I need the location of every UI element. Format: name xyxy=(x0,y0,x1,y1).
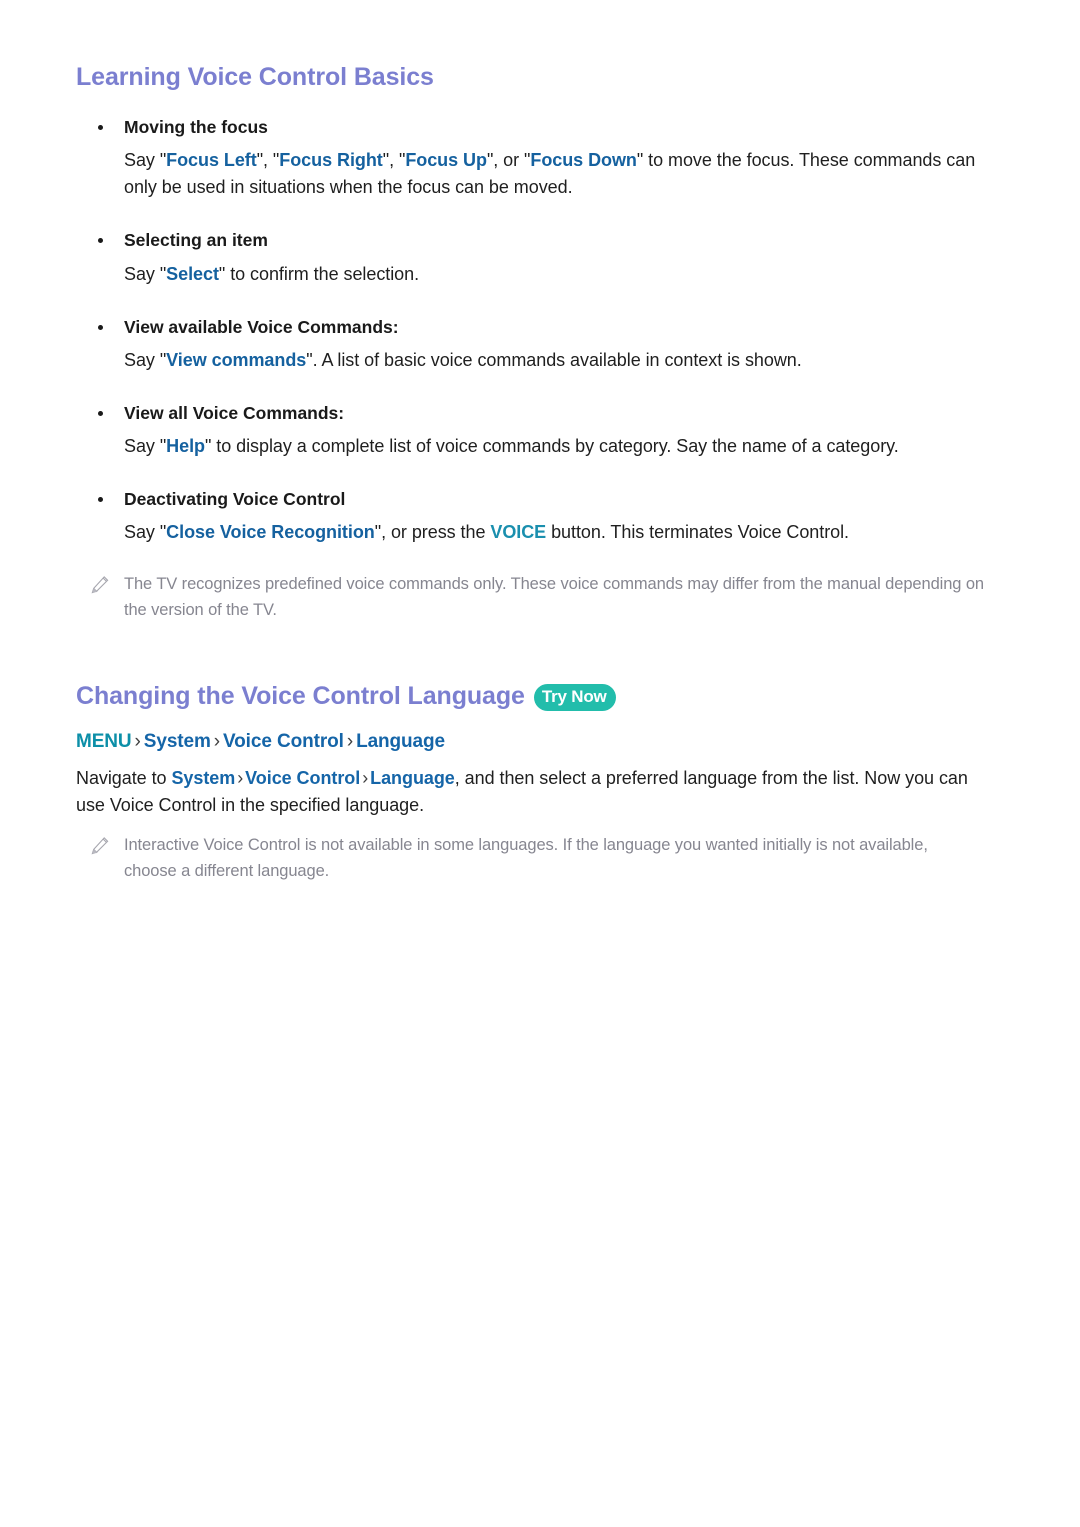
bullet-heading: View all Voice Commands: xyxy=(76,400,984,426)
bullet-dot-icon xyxy=(98,238,103,244)
bullet-block-view-available-commands: View available Voice Commands: Say "View… xyxy=(76,314,984,374)
bullet-dot-icon xyxy=(98,410,103,416)
voice-command-focus-left: Focus Left xyxy=(166,150,257,171)
breadcrumb-item-language[interactable]: Language xyxy=(356,731,445,752)
voice-command-focus-right: Focus Right xyxy=(279,150,383,171)
voice-command-focus-down: Focus Down xyxy=(530,150,637,171)
breadcrumb-separator-icon: › xyxy=(134,731,141,753)
voice-command-focus-up: Focus Up xyxy=(405,150,487,171)
note-text: Interactive Voice Control is not availab… xyxy=(124,836,928,880)
pencil-icon xyxy=(89,574,111,596)
page-title-secondary: Changing the Voice Control Language Try … xyxy=(76,681,984,711)
bullet-heading: View available Voice Commands: xyxy=(76,314,984,340)
voice-command-select: Select xyxy=(166,263,219,284)
inline-path-language: Language xyxy=(370,768,455,789)
inline-separator-icon: › xyxy=(237,768,244,789)
breadcrumb-item-system[interactable]: System xyxy=(144,731,211,752)
bullet-dot-icon xyxy=(98,497,103,502)
bullet-heading: Moving the focus xyxy=(76,114,984,140)
bullet-body: Say "Close Voice Recognition", or press … xyxy=(124,522,850,543)
try-now-badge[interactable]: Try Now xyxy=(533,684,616,711)
pencil-icon xyxy=(89,835,111,857)
bullet-block-moving-focus: Moving the focus Say "Focus Left", "Focu… xyxy=(76,114,984,201)
bullet-dot-icon xyxy=(98,125,103,130)
bullet-block-view-all-commands: View all Voice Commands: Say "Help" to d… xyxy=(76,400,984,460)
breadcrumb-item-menu[interactable]: MENU xyxy=(76,731,132,752)
remote-key-voice: VOICE xyxy=(490,522,547,543)
bullet-body: Say "View commands". A list of basic voi… xyxy=(124,349,802,370)
section-title-text: Changing the Voice Control Language xyxy=(76,682,525,711)
bullet-body: Say "Select" to confirm the selection. xyxy=(124,263,420,284)
section-paragraph: Navigate to System › Voice Control › Languag… xyxy=(76,768,968,816)
note-text: The TV recognizes predefined voice comma… xyxy=(124,575,984,619)
voice-command-help: Help xyxy=(166,436,205,456)
breadcrumb: MENU › System › Voice Control › Language xyxy=(76,731,984,753)
breadcrumb-separator-icon: › xyxy=(346,731,354,753)
inline-path-system: System xyxy=(171,768,236,789)
note-voice-commands: The TV recognizes predefined voice comma… xyxy=(76,572,984,623)
breadcrumb-separator-icon: › xyxy=(213,731,221,753)
voice-command-view-commands: View commands xyxy=(166,349,307,370)
breadcrumb-item-voice-control[interactable]: Voice Control xyxy=(223,731,344,752)
bullet-body: Say "Focus Left", "Focus Right", "Focus … xyxy=(124,150,976,198)
voice-command-close-voice-recognition: Close Voice Recognition xyxy=(166,522,375,543)
bullet-block-deactivating-voice-control: Deactivating Voice Control Say "Close Vo… xyxy=(76,486,984,546)
inline-separator-icon: › xyxy=(362,768,369,789)
bullet-heading: Selecting an item xyxy=(76,227,984,253)
note-interactive-voice-control: Interactive Voice Control is not availab… xyxy=(76,833,984,884)
bullet-block-selecting-item: Selecting an item Say "Select" to confir… xyxy=(76,227,984,287)
document-page: Learning Voice Control Basics Moving the… xyxy=(0,0,1080,1527)
inline-path-voice-control: Voice Control xyxy=(245,768,361,789)
bullet-dot-icon xyxy=(98,324,103,330)
bullet-heading: Deactivating Voice Control xyxy=(76,486,984,512)
page-title: Learning Voice Control Basics xyxy=(76,63,434,91)
bullet-body: Say "Help" to display a complete list of… xyxy=(124,436,899,456)
